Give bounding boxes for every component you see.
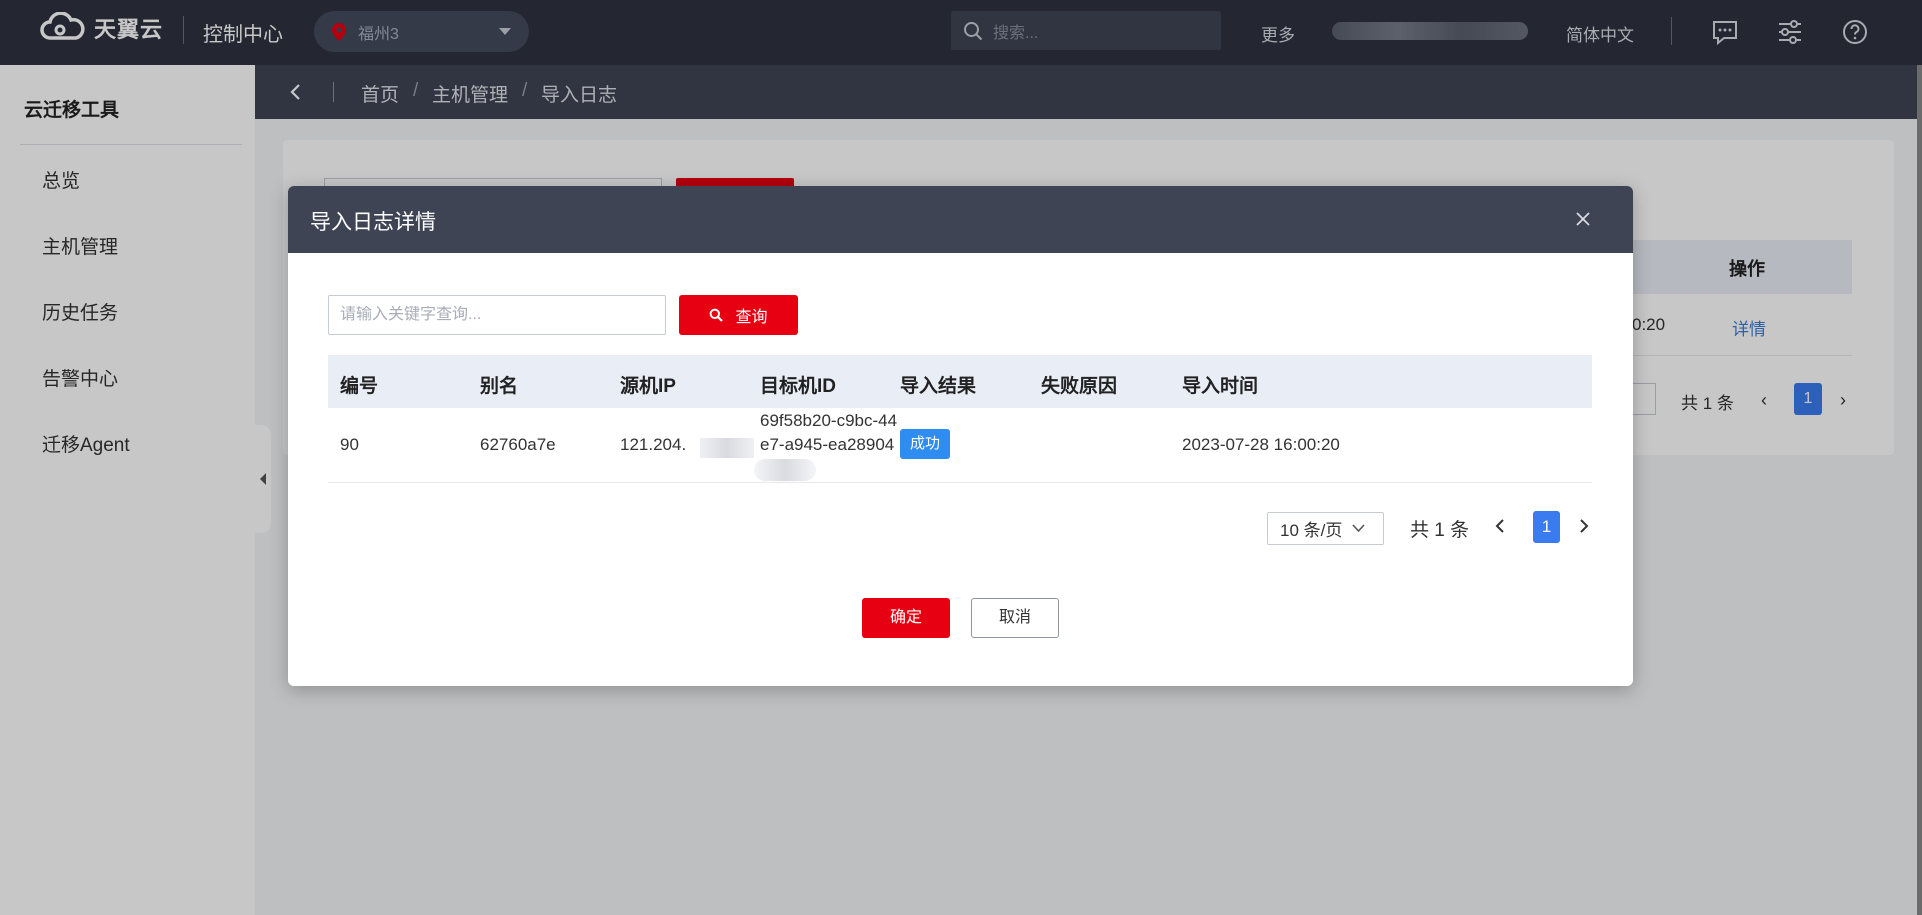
column-header-failure-reason: 失败原因 <box>1041 376 1118 397</box>
search-icon <box>710 308 724 322</box>
dialog-header: 导入日志详情 <box>288 186 1633 253</box>
source-ip-redacted <box>700 438 754 458</box>
cell-source-ip: 121.204. <box>620 435 687 454</box>
column-header-result: 导入结果 <box>900 376 977 397</box>
table-header: 编号 别名 源机IP 目标机ID 导入结果 失败原因 导入时间 <box>328 355 1592 408</box>
chevron-down-icon <box>1352 524 1365 533</box>
query-button-label: 查询 <box>735 309 768 326</box>
prev-page-icon[interactable] <box>1494 517 1506 535</box>
total-count: 共 1 条 <box>1410 520 1470 541</box>
cell-target-id-line1: 69f58b20-c9bc-44 <box>760 411 898 430</box>
page-size-value: 10 条/页 <box>1280 521 1343 540</box>
cell-alias: 62760a7e <box>480 435 556 454</box>
dialog-title: 导入日志详情 <box>310 211 436 234</box>
query-button[interactable]: 查询 <box>679 295 798 335</box>
column-header-source-ip: 源机IP <box>620 376 676 397</box>
cell-import-time: 2023-07-28 16:00:20 <box>1182 435 1340 454</box>
keyword-search-field[interactable] <box>328 295 666 335</box>
page-size-select[interactable]: 10 条/页 <box>1267 512 1384 545</box>
column-header-import-time: 导入时间 <box>1182 376 1259 397</box>
scrollbar[interactable] <box>1917 65 1922 915</box>
next-page-icon[interactable] <box>1578 517 1590 535</box>
close-icon[interactable] <box>1573 209 1593 229</box>
target-id-redacted <box>754 459 816 481</box>
confirm-button[interactable]: 确定 <box>862 598 950 638</box>
column-header-target-id: 目标机ID <box>760 376 837 397</box>
keyword-search-input[interactable] <box>340 306 654 324</box>
table-row: 90 62760a7e 121.204. 69f58b20-c9bc-44 e7… <box>328 408 1592 483</box>
cell-target-id-line2: e7-a945-ea28904 <box>760 435 895 454</box>
column-header-id: 编号 <box>340 376 379 397</box>
current-page-button[interactable]: 1 <box>1533 511 1560 543</box>
cancel-button[interactable]: 取消 <box>971 598 1059 638</box>
import-log-detail-dialog: 导入日志详情 查询 编号 别名 源机IP 目标机ID 导入结果 失败原因 导入时… <box>288 186 1633 686</box>
cell-id: 90 <box>340 435 359 454</box>
status-badge: 成功 <box>900 429 951 459</box>
column-header-alias: 别名 <box>480 376 519 397</box>
